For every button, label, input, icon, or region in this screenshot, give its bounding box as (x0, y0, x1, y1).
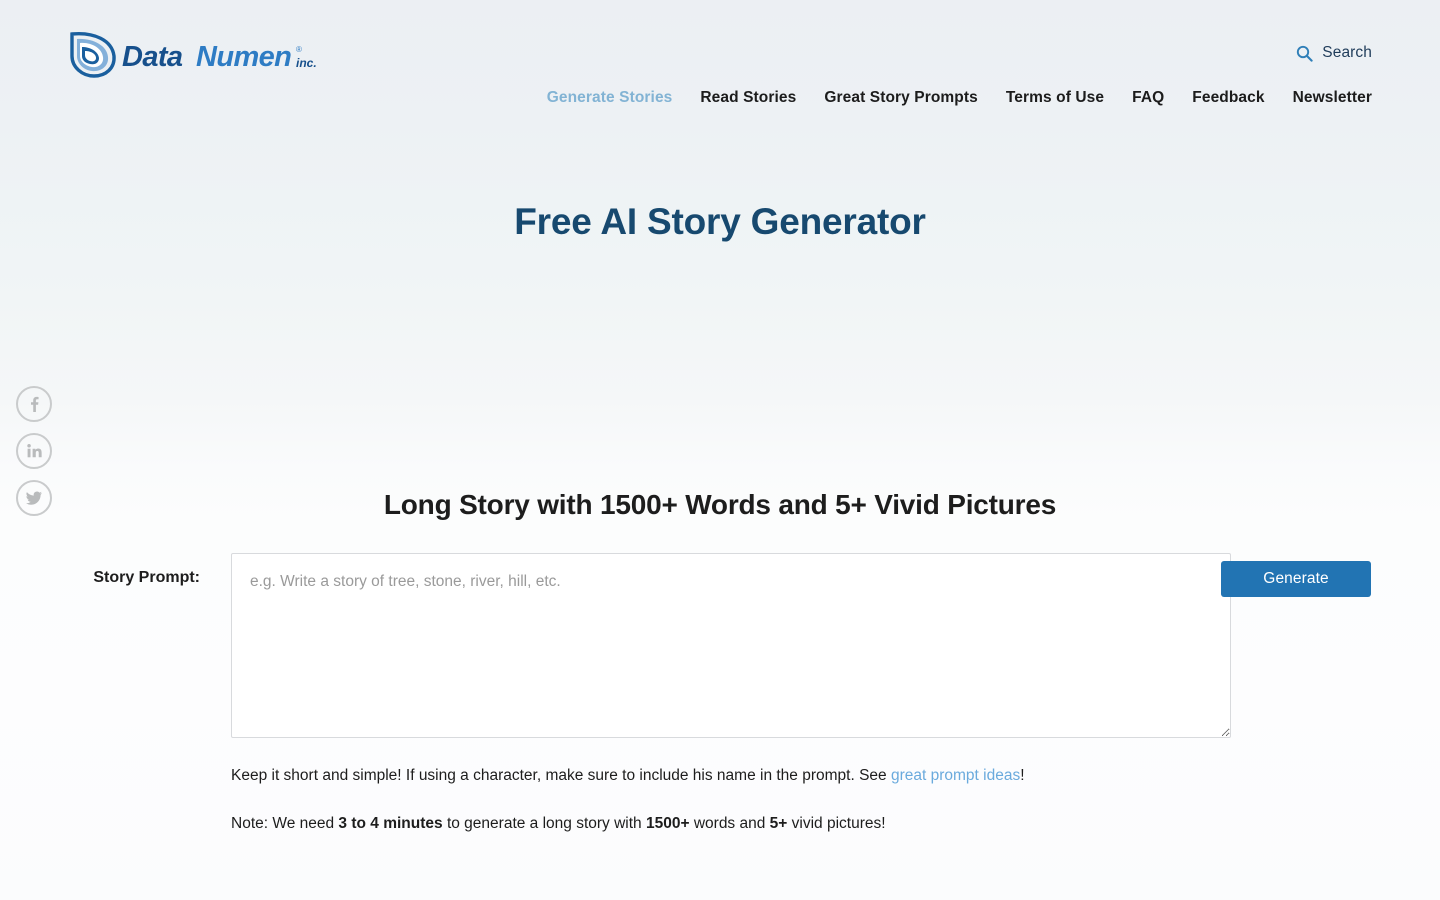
story-generator-section: Long Story with 1500+ Words and 5+ Vivid… (0, 489, 1440, 836)
social-share-twitter[interactable] (16, 480, 52, 516)
story-prompt-label: Story Prompt: (93, 569, 200, 587)
note-duration: 3 to 4 minutes (338, 815, 443, 833)
search-label: Search (1322, 44, 1372, 61)
search-icon (1297, 45, 1313, 62)
social-share-facebook[interactable] (16, 386, 52, 422)
social-share-linkedin[interactable] (16, 433, 52, 469)
note-part-1: Note: We need (231, 815, 339, 833)
ad-slot (0, 244, 1440, 489)
note-picture-count: 5+ (769, 815, 788, 833)
hint-tips-text-after: ! (1020, 767, 1025, 785)
great-prompt-ideas-link[interactable]: great prompt ideas (891, 767, 1020, 784)
nav-item-great-story-prompts[interactable]: Great Story Prompts (810, 89, 992, 107)
site-header: Data Numen ® inc. Search Generate Storie… (0, 0, 1440, 130)
hint-tips-text-before: Keep it short and simple! If using a cha… (231, 767, 891, 785)
prompt-hints: Keep it short and simple! If using a cha… (68, 764, 1372, 836)
nav-item-newsletter[interactable]: Newsletter (1279, 89, 1372, 107)
facebook-icon (30, 396, 39, 412)
social-share-rail (16, 386, 52, 516)
nav-item-faq[interactable]: FAQ (1118, 89, 1178, 107)
site-logo[interactable]: Data Numen ® inc. (68, 30, 318, 78)
prompt-field-wrapper (200, 553, 1231, 739)
svg-text:inc.: inc. (296, 56, 317, 70)
nav-item-terms-of-use[interactable]: Terms of Use (992, 89, 1118, 107)
note-part-4: vivid pictures! (787, 815, 886, 833)
hint-line-tips: Keep it short and simple! If using a cha… (231, 764, 1372, 788)
search-button[interactable]: Search (1296, 44, 1372, 62)
page-title: Free AI Story Generator (514, 201, 926, 242)
story-prompt-input[interactable] (231, 553, 1231, 739)
twitter-icon (26, 491, 42, 505)
generate-button[interactable]: Generate (1221, 561, 1371, 598)
svg-text:®: ® (296, 45, 302, 54)
hint-line-note: Note: We need 3 to 4 minutes to generate… (231, 812, 1372, 836)
note-part-3: words and (689, 815, 770, 833)
note-word-count: 1500+ (645, 815, 690, 833)
datanumen-logo-icon: Data Numen ® inc. (70, 32, 317, 78)
section-title: Long Story with 1500+ Words and 5+ Vivid… (383, 489, 1057, 521)
linkedin-icon (27, 444, 42, 458)
prompt-row: Story Prompt: Generate (68, 553, 1372, 739)
nav-item-feedback[interactable]: Feedback (1178, 89, 1278, 107)
note-part-2: to generate a long story with (442, 815, 646, 833)
main-navigation: Generate Stories Read Stories Great Stor… (533, 89, 1372, 107)
svg-text:Numen: Numen (196, 41, 291, 73)
nav-item-read-stories[interactable]: Read Stories (686, 89, 810, 107)
nav-item-generate-stories[interactable]: Generate Stories (533, 89, 687, 107)
svg-text:Data: Data (122, 41, 183, 73)
